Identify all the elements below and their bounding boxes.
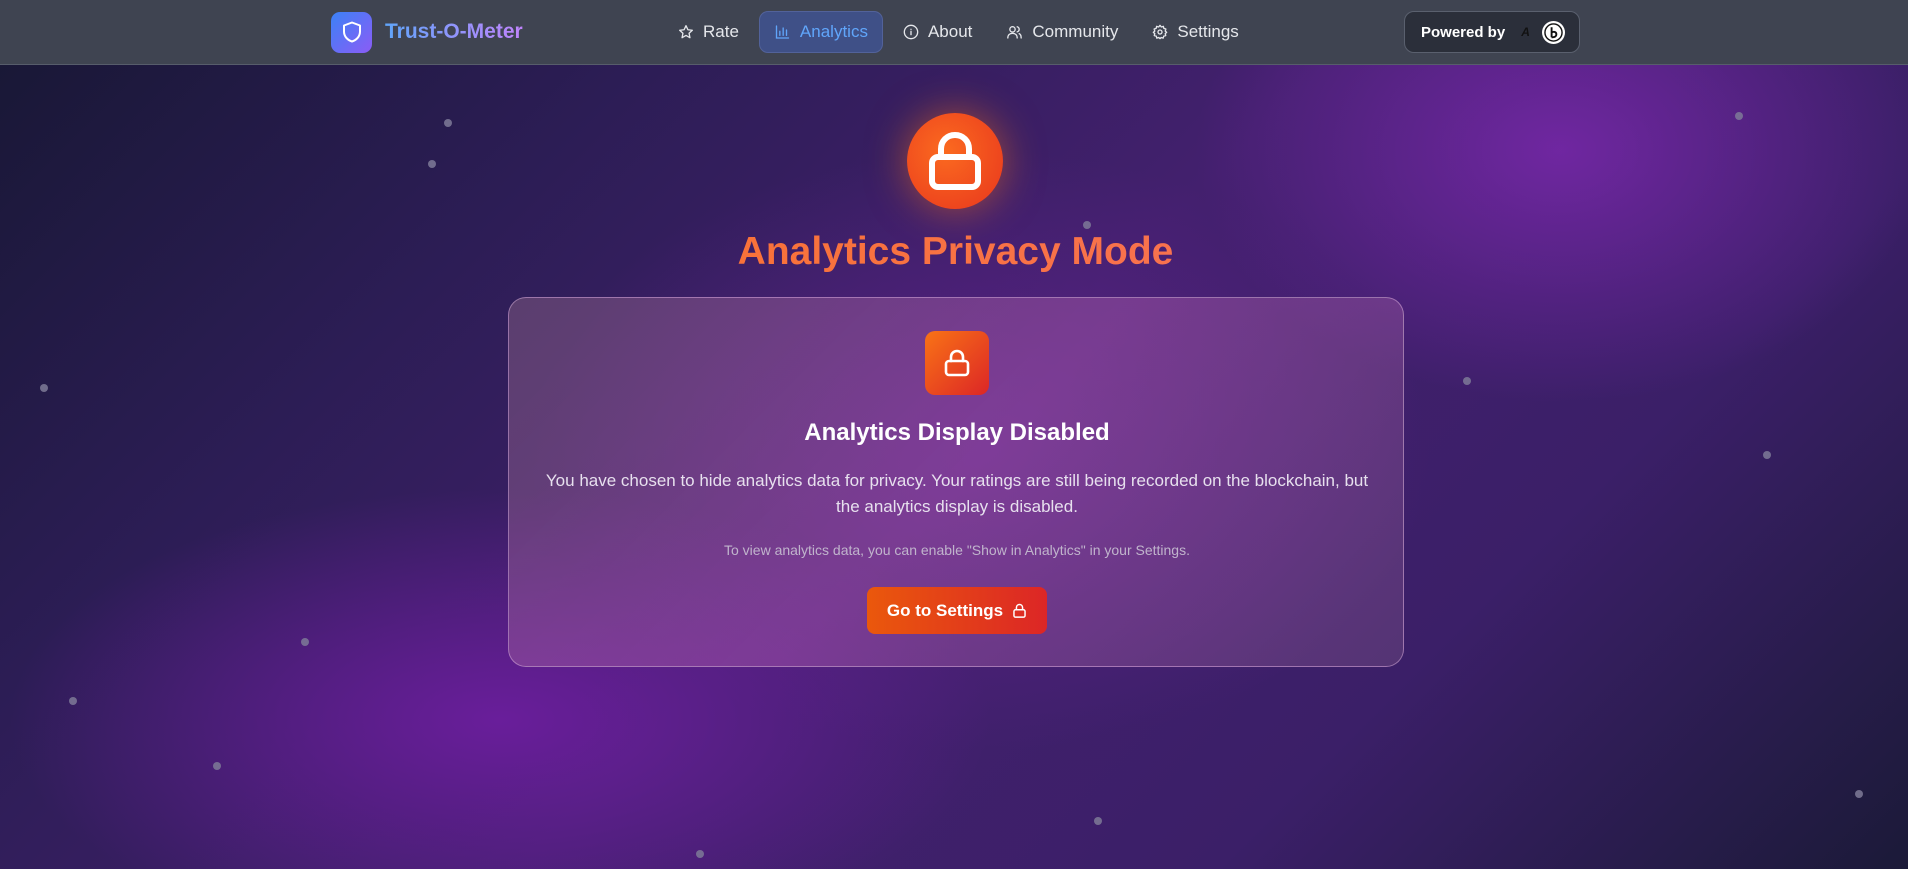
brand-name: Trust-O-Meter — [385, 20, 523, 43]
shield-icon — [331, 11, 372, 53]
nav-item-about[interactable]: About — [889, 11, 986, 53]
lock-icon — [925, 331, 989, 395]
lock-icon — [907, 113, 1003, 209]
background-star — [69, 697, 77, 705]
powered-by-badge[interactable]: Powered by A — [1404, 11, 1580, 53]
nav-item-analytics[interactable]: Analytics — [758, 11, 883, 53]
gear-icon — [1152, 24, 1177, 40]
lock-icon — [1003, 603, 1027, 619]
background-star — [1855, 790, 1863, 798]
background-star — [1083, 221, 1091, 229]
nav-item-settings[interactable]: Settings — [1138, 11, 1252, 53]
button-label: Go to Settings — [886, 600, 1004, 620]
partner-logo-b — [1541, 20, 1565, 44]
partner-logo-a: A — [1521, 25, 1530, 39]
card-hint: To view analytics data, you can enable "… — [724, 542, 1190, 558]
bar-chart-icon — [774, 24, 800, 40]
background-star — [213, 762, 221, 770]
star-icon — [678, 24, 703, 40]
nav-item-label: Community — [1032, 22, 1119, 41]
background-star — [1763, 451, 1771, 459]
background-star — [696, 850, 704, 858]
nav-item-label: About — [927, 22, 973, 41]
nav-item-rate[interactable]: Rate — [664, 11, 753, 53]
background-star — [40, 384, 48, 392]
privacy-card: Analytics Display Disabled You have chos… — [508, 297, 1404, 667]
nav-item-label: Analytics — [799, 22, 868, 41]
card-title: Analytics Display Disabled — [804, 419, 1110, 446]
info-icon — [903, 24, 928, 40]
background-star — [301, 638, 309, 646]
background-star — [428, 160, 436, 168]
main-nav: Rate Analytics About Community Settings — [664, 11, 1259, 53]
background-star — [1463, 377, 1471, 385]
card-description: You have chosen to hide analytics data f… — [545, 471, 1369, 516]
nav-item-label: Rate — [703, 22, 739, 41]
page-background: Trust-O-Meter Rate Analytics About Commu… — [0, 0, 1908, 869]
nav-item-label: Settings — [1177, 22, 1239, 41]
background-star — [1094, 817, 1102, 825]
background-star — [1735, 112, 1743, 120]
top-navbar: Trust-O-Meter Rate Analytics About Commu… — [0, 0, 1908, 65]
nav-item-community[interactable]: Community — [992, 11, 1132, 53]
background-star — [444, 119, 452, 127]
users-icon — [1006, 24, 1032, 40]
page-title: Analytics Privacy Mode — [0, 230, 1908, 274]
brand[interactable]: Trust-O-Meter — [331, 11, 523, 53]
go-to-settings-button[interactable]: Go to Settings — [867, 587, 1047, 634]
powered-by-label: Powered by — [1421, 23, 1506, 41]
